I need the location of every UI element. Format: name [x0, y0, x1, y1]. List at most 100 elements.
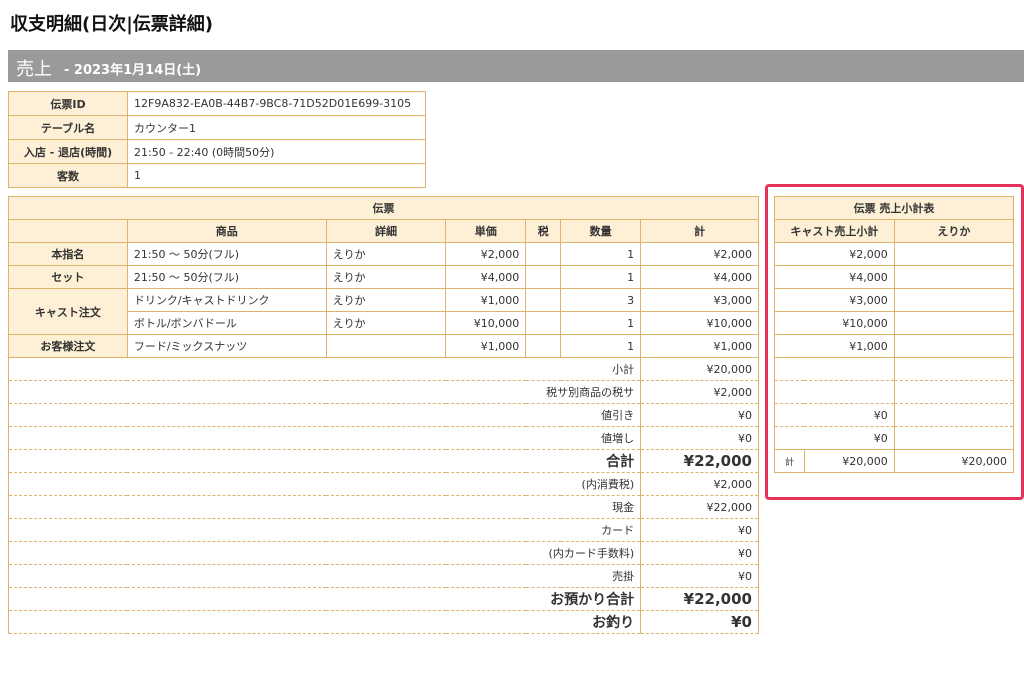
summary-value: ¥0 [640, 564, 759, 588]
page-title: 収支明細(日次|伝票詳細) [10, 14, 214, 35]
row-detail: えりか [325, 311, 447, 335]
header-detail: 詳細 [325, 219, 447, 243]
table-row: 本指名 21:50 〜 50分(フル) えりか ¥2,000 1 ¥2,000 [8, 242, 759, 266]
summary-row-total: 合計 ¥22,000 [7, 449, 759, 473]
info-label: テーブル名 [8, 115, 128, 140]
summary-label: 税サ別商品の税サ [525, 380, 642, 404]
summary-value: ¥0 [640, 610, 759, 634]
row-qty: 1 [560, 311, 642, 335]
summary-label: お釣り [525, 610, 642, 634]
summary-value: ¥22,000 [640, 495, 759, 519]
table-row: キャスト注文 ドリンク/キャストドリンク えりか ¥1,000 3 ¥3,000 [8, 288, 759, 335]
summary-label: 値引き [525, 403, 642, 427]
info-value: 21:50 - 22:40 (0時間50分) [127, 139, 426, 164]
row-item: ドリンク/キャストドリンク [126, 288, 327, 312]
summary-value: ¥0 [640, 541, 759, 565]
row-unit: ¥2,000 [445, 242, 527, 266]
summary-label: 小計 [525, 357, 642, 381]
header-total: 計 [640, 219, 759, 243]
summary-value: ¥20,000 [640, 357, 759, 381]
row-total: ¥3,000 [640, 288, 759, 312]
info-row: 伝票ID 12F9A832-EA0B-44B7-9BC8-71D52D01E69… [8, 91, 426, 116]
section-label: 売上 [16, 59, 52, 80]
row-detail: えりか [325, 288, 447, 312]
row-unit: ¥1,000 [445, 334, 527, 358]
summary-row: 小計 ¥20,000 [7, 357, 759, 381]
row-tax [525, 242, 562, 266]
summary-row: (内消費税) ¥2,000 [7, 472, 759, 496]
row-qty: 3 [560, 288, 642, 312]
summary-value: ¥22,000 [640, 587, 759, 611]
row-item: 21:50 〜 50分(フル) [126, 242, 327, 266]
summary-label: (内消費税) [525, 472, 642, 496]
row-unit: ¥4,000 [445, 265, 527, 289]
summary-label: お預かり合計 [525, 587, 642, 611]
row-item: 21:50 〜 50分(フル) [126, 265, 327, 289]
summary-label: 合計 [525, 449, 642, 473]
summary-row: 売掛 ¥0 [7, 564, 759, 588]
row-category: お客様注文 [8, 334, 128, 358]
summary-label: 売掛 [525, 564, 642, 588]
row-tax [525, 288, 562, 312]
summary-label: 現金 [525, 495, 642, 519]
highlight-box [765, 184, 1024, 500]
row-category: セット [8, 265, 128, 289]
summary-value: ¥2,000 [640, 380, 759, 404]
info-row: テーブル名 カウンター1 [8, 115, 426, 140]
summary-value: ¥0 [640, 403, 759, 427]
summary-row: 値引き ¥0 [7, 403, 759, 427]
row-qty: 1 [560, 265, 642, 289]
summary-label: 値増し [525, 426, 642, 450]
info-row: 入店 - 退店(時間) 21:50 - 22:40 (0時間50分) [8, 139, 426, 164]
summary-row-total: お釣り ¥0 [7, 610, 759, 634]
summary-label: カード [525, 518, 642, 542]
slip-table: 伝票 商品 詳細 単価 税 数量 計 本指名 21:50 〜 50分(フル) え… [7, 196, 759, 634]
row-total: ¥1,000 [640, 334, 759, 358]
summary-row: (内カード手数料) ¥0 [7, 541, 759, 565]
row-item: ボトル/ボンバドール [126, 311, 327, 335]
summary-row-total: お預かり合計 ¥22,000 [7, 587, 759, 611]
summary-value: ¥0 [640, 518, 759, 542]
summary-row: 現金 ¥22,000 [7, 495, 759, 519]
row-tax [525, 334, 562, 358]
header-tax: 税 [525, 219, 562, 243]
info-label: 客数 [8, 163, 128, 188]
row-unit: ¥10,000 [445, 311, 527, 335]
row-item: フード/ミックスナッツ [126, 334, 327, 358]
row-detail: えりか [325, 242, 447, 266]
header-unit: 単価 [445, 219, 527, 243]
info-value: カウンター1 [127, 115, 426, 140]
section-date: - 2023年1月14日(土) [64, 63, 202, 78]
row-total: ¥2,000 [640, 242, 759, 266]
table-row: セット 21:50 〜 50分(フル) えりか ¥4,000 1 ¥4,000 [8, 265, 759, 289]
header-qty: 数量 [560, 219, 642, 243]
row-detail: えりか [325, 265, 447, 289]
row-category: キャスト注文 [8, 288, 128, 335]
row-tax [525, 311, 562, 335]
row-total: ¥4,000 [640, 265, 759, 289]
summary-value: ¥0 [640, 426, 759, 450]
info-value: 1 [127, 163, 426, 188]
info-label: 入店 - 退店(時間) [8, 139, 128, 164]
header-item: 商品 [126, 219, 327, 243]
section-header: 売上 - 2023年1月14日(土) [8, 50, 1024, 82]
table-row: お客様注文 フード/ミックスナッツ ¥1,000 1 ¥1,000 [8, 334, 759, 358]
slip-title: 伝票 [8, 196, 759, 220]
row-qty: 1 [560, 334, 642, 358]
summary-label: (内カード手数料) [525, 541, 642, 565]
slip-info-table: 伝票ID 12F9A832-EA0B-44B7-9BC8-71D52D01E69… [8, 91, 426, 188]
row-total: ¥10,000 [640, 311, 759, 335]
header-category [8, 219, 128, 243]
summary-row: 税サ別商品の税サ ¥2,000 [7, 380, 759, 404]
row-qty: 1 [560, 242, 642, 266]
slip-header-row: 商品 詳細 単価 税 数量 計 [8, 219, 759, 243]
info-label: 伝票ID [8, 91, 128, 116]
row-tax [525, 265, 562, 289]
row-detail [325, 334, 447, 358]
summary-row: カード ¥0 [7, 518, 759, 542]
row-category: 本指名 [8, 242, 128, 266]
summary-value: ¥22,000 [640, 449, 759, 473]
info-row: 客数 1 [8, 163, 426, 188]
summary-value: ¥2,000 [640, 472, 759, 496]
row-unit: ¥1,000 [445, 288, 527, 312]
